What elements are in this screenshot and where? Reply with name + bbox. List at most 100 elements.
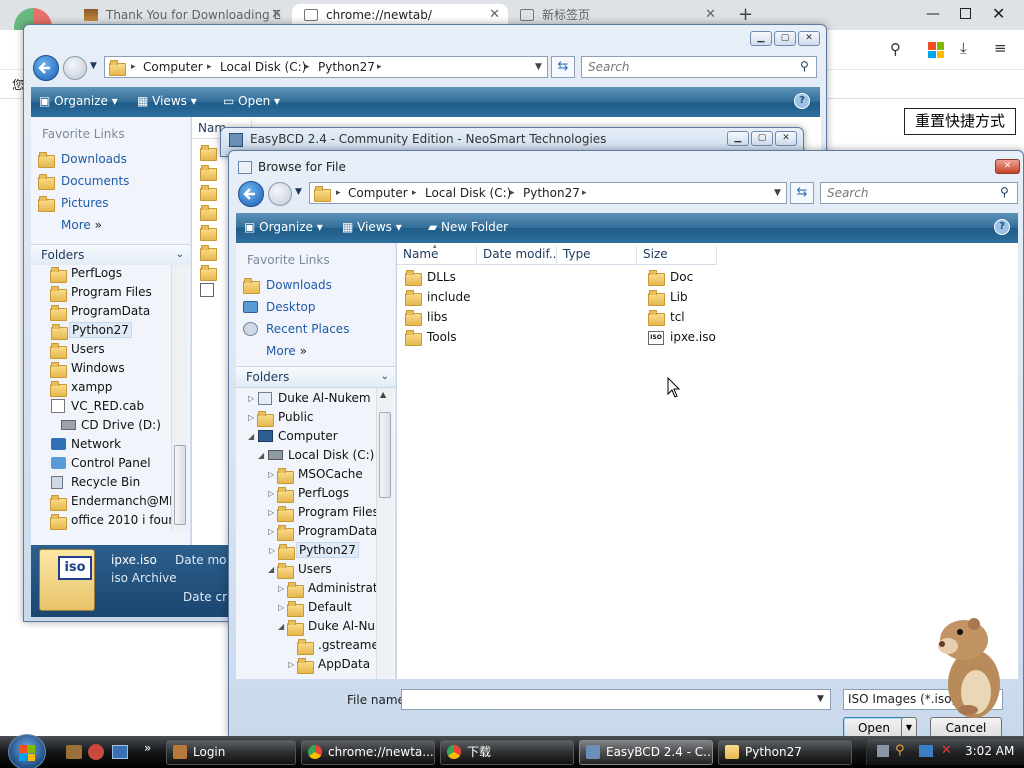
tree-gstreamer[interactable]: .gstreamer — [297, 638, 379, 655]
tree-python27[interactable]: ▷ Python27 — [269, 542, 359, 560]
tree-recycle-bin[interactable]: Recycle Bin — [51, 475, 140, 489]
chevron-down-icon[interactable]: ▼ — [817, 694, 824, 704]
fav-documents[interactable]: Documents — [38, 174, 129, 190]
tree-network[interactable]: Network — [51, 437, 121, 451]
fav-recent-places[interactable]: Recent Places — [243, 322, 349, 336]
task-chrome-newtab[interactable]: chrome://newta... — [301, 740, 435, 765]
windows-icon[interactable] — [928, 42, 944, 58]
close-icon[interactable]: ✕ — [705, 4, 716, 26]
tree-control-panel[interactable]: Control Panel — [51, 456, 151, 470]
open-menu[interactable]: ▭ Open ▾ — [223, 94, 280, 108]
network-tray-icon[interactable] — [919, 745, 933, 757]
tree-local-disk[interactable]: ◢ Local Disk (C:) — [258, 448, 374, 462]
new-tab-button[interactable]: + — [738, 4, 753, 25]
chevron-down-icon[interactable]: ▼ — [535, 57, 542, 77]
search-icon[interactable]: ⚲ — [1000, 185, 1009, 199]
refresh-button[interactable]: ⇆ — [551, 56, 575, 78]
tree-perflogs[interactable]: PerfLogs — [50, 266, 122, 283]
new-folder-button[interactable]: ▰ New Folder — [428, 220, 508, 234]
minimize-icon[interactable]: — — [926, 6, 940, 22]
breadcrumb-python27[interactable]: Python27 — [318, 57, 375, 77]
menu-icon[interactable]: ≡ — [994, 39, 1007, 57]
filename-input[interactable] — [401, 689, 831, 710]
tree-programdata[interactable]: ProgramData — [50, 304, 150, 321]
dialog-tree-scrollbar[interactable]: ▲ — [376, 388, 393, 679]
download-icon[interactable]: ⤓ — [960, 39, 967, 57]
tree-programdata[interactable]: ▷ ProgramData — [268, 524, 377, 541]
file-ipxe-iso[interactable]: ISO ipxe.iso — [648, 330, 716, 345]
tree-public[interactable]: ▷ Public — [248, 410, 314, 427]
tree-computer[interactable]: ◢ Computer — [248, 429, 338, 443]
back-button[interactable] — [238, 181, 264, 207]
fav-more[interactable]: More » — [266, 344, 307, 358]
scroll-thumb[interactable] — [174, 445, 186, 525]
tree-program-files[interactable]: ▷ Program Files — [268, 505, 379, 522]
fav-downloads[interactable]: Downloads — [38, 152, 127, 168]
views-menu[interactable]: ▦ Views ▾ — [137, 94, 197, 108]
quicklaunch-icon[interactable] — [88, 744, 104, 760]
explorer-tree-scrollbar[interactable] — [171, 265, 188, 531]
file-libs[interactable]: libs — [405, 310, 448, 326]
tree-duke-al-nukem[interactable]: ▷ Duke Al-Nukem — [248, 391, 371, 405]
help-icon[interactable]: ? — [794, 93, 810, 109]
tree-windows[interactable]: Windows — [50, 361, 125, 378]
column-date-modified[interactable]: Date modif... — [477, 245, 557, 265]
fav-downloads[interactable]: Downloads — [243, 278, 332, 294]
tree-users[interactable]: Users — [50, 342, 105, 359]
breadcrumb-local-disk[interactable]: Local Disk (C:) — [425, 183, 511, 203]
search-input[interactable]: Search — [820, 182, 1018, 204]
maximize-button[interactable]: ▢ — [774, 31, 796, 46]
tree-users[interactable]: ◢ Users — [268, 562, 332, 579]
breadcrumb-computer[interactable]: Computer — [348, 183, 408, 203]
close-button[interactable]: ✕ — [798, 31, 820, 46]
column-type[interactable]: Type — [557, 245, 637, 265]
tree-python27[interactable]: Python27 — [51, 322, 132, 340]
organize-menu[interactable]: ▣ Organize ▾ — [39, 94, 118, 108]
breadcrumb-local-disk[interactable]: Local Disk (C:) — [220, 57, 306, 77]
breadcrumb-python27[interactable]: Python27 — [523, 183, 580, 203]
help-icon[interactable]: ? — [994, 219, 1010, 235]
scroll-up-icon[interactable]: ▲ — [380, 390, 386, 399]
tree-duke-user[interactable]: ◢ Duke Al-Nuk — [278, 619, 379, 636]
close-button[interactable]: ✕ — [995, 159, 1020, 174]
task-python27[interactable]: Python27 — [718, 740, 852, 765]
fav-more[interactable]: More » — [61, 218, 102, 232]
file-include[interactable]: include — [405, 290, 470, 306]
search-input[interactable]: Search — [581, 56, 817, 78]
tree-default[interactable]: ▷ Default — [278, 600, 352, 617]
views-menu[interactable]: ▦ Views ▾ — [342, 220, 402, 234]
volume-icon[interactable]: ✕ — [941, 743, 952, 758]
tree-vc-red[interactable]: VC_RED.cab — [51, 399, 144, 413]
file-tools[interactable]: Tools — [405, 330, 457, 346]
tray-search-icon[interactable]: ⚲ — [895, 743, 905, 758]
task-easybcd[interactable]: EasyBCD 2.4 - C... — [579, 740, 713, 765]
search-icon[interactable]: ⚲ — [890, 40, 901, 58]
fav-pictures[interactable]: Pictures — [38, 196, 109, 212]
tree-perflogs[interactable]: ▷ PerfLogs — [268, 486, 349, 503]
task-downloads[interactable]: 下载 — [440, 740, 574, 765]
task-login[interactable]: Login — [166, 740, 296, 765]
close-icon[interactable]: ✕ — [489, 4, 500, 26]
quicklaunch-icon[interactable] — [112, 745, 128, 759]
recent-pages-arrow-icon[interactable]: ▼ — [295, 187, 302, 197]
forward-button[interactable] — [63, 56, 87, 80]
close-icon[interactable]: ✕ — [992, 4, 1005, 23]
search-icon[interactable]: ⚲ — [800, 59, 809, 73]
start-button[interactable] — [8, 734, 46, 768]
tree-appdata[interactable]: ▷ AppData — [288, 657, 370, 674]
chevron-down-icon[interactable]: ▼ — [774, 183, 781, 203]
tree-msocache[interactable]: ▷ MSOCache — [268, 467, 363, 484]
clock[interactable]: 3:02 AM — [965, 744, 1014, 758]
organize-menu[interactable]: ▣ Organize ▾ — [244, 220, 323, 234]
refresh-button[interactable]: ⇆ — [790, 182, 814, 204]
file-tcl[interactable]: tcl — [648, 310, 685, 326]
maximize-button[interactable]: ▢ — [751, 131, 773, 146]
close-icon[interactable]: ✕ — [271, 4, 282, 26]
tree-program-files[interactable]: Program Files — [50, 285, 152, 302]
back-button[interactable] — [33, 55, 59, 81]
restore-shortcuts-button[interactable]: 重置快捷方式 — [904, 108, 1016, 135]
column-size[interactable]: Size — [637, 245, 717, 265]
recent-pages-arrow-icon[interactable]: ▼ — [90, 61, 97, 71]
minimize-button[interactable]: ▁ — [750, 31, 772, 46]
quicklaunch-icon[interactable] — [66, 745, 82, 759]
